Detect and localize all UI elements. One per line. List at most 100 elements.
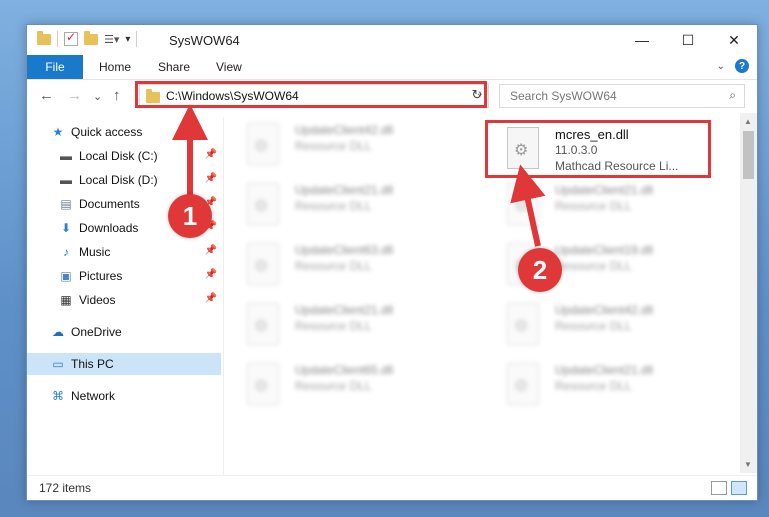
dll-file-icon xyxy=(247,123,279,165)
help-icon[interactable]: ? xyxy=(735,59,749,73)
file-item[interactable]: UpdateClient21.dll Resource DLL xyxy=(227,297,447,353)
file-type: Resource DLL xyxy=(555,259,632,273)
file-type: Resource DLL xyxy=(555,199,632,213)
pin-icon[interactable]: 📌 xyxy=(205,173,217,184)
dll-file-icon xyxy=(507,363,539,405)
file-type: Resource DLL xyxy=(295,259,372,273)
navigation-pane: ★ Quick access ▬ Local Disk (C:) 📌 ▬ Loc… xyxy=(27,117,223,467)
file-type: Resource DLL xyxy=(295,379,372,393)
file-type: Resource DLL xyxy=(295,319,372,333)
status-bar: 172 items xyxy=(27,475,757,500)
dll-file-icon xyxy=(507,303,539,345)
file-item[interactable]: UpdateClient21.dll Resource DLL xyxy=(227,177,447,233)
annotation-box-file xyxy=(485,120,711,178)
file-item[interactable]: UpdateClient21.dll Resource DLL xyxy=(487,357,707,413)
divider xyxy=(57,31,58,47)
title-bar: ☰▾ ▾ SysWOW64 — ☐ ✕ xyxy=(27,25,757,55)
pin-icon[interactable]: 📌 xyxy=(205,149,217,160)
sidebar-item-music[interactable]: ♪ Music 📌 xyxy=(59,241,221,263)
file-item[interactable]: UpdateClient63.dll Resource DLL xyxy=(227,237,447,293)
sidebar-item-videos[interactable]: ▦ Videos 📌 xyxy=(59,289,221,311)
properties-icon[interactable] xyxy=(64,30,78,46)
up-button[interactable]: ↑ xyxy=(113,87,121,104)
step-2-callout: 2 xyxy=(518,248,562,292)
file-item[interactable]: UpdateClient65.dll Resource DLL xyxy=(227,357,447,413)
sidebar-item-label: Network xyxy=(71,389,116,403)
sidebar-item-label: Downloads xyxy=(79,221,139,235)
customize-toolbar-icon[interactable]: ☰▾ xyxy=(104,33,119,46)
ribbon-right-controls: ⌄ ? xyxy=(717,59,749,73)
file-item[interactable]: UpdateClient21.dll Resource DLL xyxy=(487,177,707,233)
sidebar-item-label: This PC xyxy=(71,357,114,371)
explorer-window: ☰▾ ▾ SysWOW64 — ☐ ✕ File Home Share View… xyxy=(26,24,758,501)
cloud-icon: ☁ xyxy=(52,325,64,339)
search-placeholder: Search SysWOW64 xyxy=(510,89,617,103)
scroll-thumb[interactable] xyxy=(743,131,754,179)
tab-share[interactable]: Share xyxy=(158,60,190,74)
search-input[interactable]: Search SysWOW64 ⌕ xyxy=(499,84,745,108)
scroll-up-icon[interactable]: ▲ xyxy=(744,117,752,126)
dll-file-icon xyxy=(247,183,279,225)
file-item[interactable]: UpdateClient42.dll Resource DLL xyxy=(227,117,447,173)
tiles-view-icon[interactable] xyxy=(731,481,747,495)
dll-file-icon xyxy=(507,183,539,225)
sidebar-item-pictures[interactable]: ▣ Pictures 📌 xyxy=(59,265,221,287)
pin-icon[interactable]: 📌 xyxy=(205,269,217,280)
quick-access-toolbar: ☰▾ ▾ xyxy=(37,30,138,47)
details-view-icon[interactable] xyxy=(711,481,727,495)
download-icon: ⬇ xyxy=(60,221,72,235)
sidebar-item-label: Quick access xyxy=(71,125,143,139)
sidebar-item-onedrive[interactable]: ☁ OneDrive xyxy=(51,321,221,343)
file-name: UpdateClient42.dll xyxy=(295,123,394,137)
music-icon: ♪ xyxy=(63,245,69,259)
star-icon: ★ xyxy=(52,125,64,139)
sidebar-item-label: Local Disk (D:) xyxy=(79,173,158,187)
sidebar-item-label: Pictures xyxy=(79,269,123,283)
expand-ribbon-icon[interactable]: ⌄ xyxy=(717,61,725,72)
tab-home[interactable]: Home xyxy=(99,60,131,74)
maximize-button[interactable]: ☐ xyxy=(665,25,711,55)
file-item[interactable]: UpdateClient42.dll Resource DLL xyxy=(487,297,707,353)
dll-file-icon xyxy=(247,243,279,285)
file-name: UpdateClient19.dll xyxy=(555,243,654,257)
pane-divider xyxy=(223,117,224,477)
tab-view[interactable]: View xyxy=(216,60,242,74)
sidebar-item-label: OneDrive xyxy=(71,325,122,339)
file-name: UpdateClient21.dll xyxy=(555,363,654,377)
file-name: UpdateClient21.dll xyxy=(295,183,394,197)
sidebar-item-local-disk-d[interactable]: ▬ Local Disk (D:) 📌 xyxy=(59,169,221,191)
sidebar-item-quick-access[interactable]: ★ Quick access xyxy=(51,121,221,143)
file-name: UpdateClient63.dll xyxy=(295,243,394,257)
navigation-bar: ← → ⌄ ↑ C:\Windows\SysWOW64 ⌄ ↻ Search S… xyxy=(27,80,757,112)
sidebar-item-this-pc[interactable]: ▭ This PC xyxy=(27,353,221,375)
sidebar-item-label: Music xyxy=(79,245,111,259)
vertical-scrollbar[interactable]: ▲ ▼ xyxy=(740,113,757,473)
step-1-callout: 1 xyxy=(168,194,212,238)
divider xyxy=(136,31,138,47)
dll-file-icon xyxy=(247,303,279,345)
view-toggle xyxy=(711,481,747,495)
sidebar-item-label: Videos xyxy=(79,293,116,307)
file-name: UpdateClient65.dll xyxy=(295,363,394,377)
drive-icon: ▬ xyxy=(60,173,72,187)
forward-button[interactable]: → xyxy=(67,87,82,104)
dll-file-icon xyxy=(247,363,279,405)
back-button[interactable]: ← xyxy=(39,87,54,104)
pictures-icon: ▣ xyxy=(60,269,72,283)
pin-icon[interactable]: 📌 xyxy=(205,293,217,304)
recent-locations-button[interactable]: ⌄ xyxy=(93,90,102,103)
scroll-down-icon[interactable]: ▼ xyxy=(744,460,752,469)
network-icon: ⌘ xyxy=(52,389,64,403)
sidebar-item-local-disk-c[interactable]: ▬ Local Disk (C:) 📌 xyxy=(59,145,221,167)
minimize-button[interactable]: — xyxy=(619,25,665,55)
close-button[interactable]: ✕ xyxy=(711,25,757,55)
tab-file[interactable]: File xyxy=(27,55,83,79)
new-folder-icon[interactable] xyxy=(84,30,98,45)
pin-icon[interactable]: 📌 xyxy=(205,245,217,256)
drive-icon: ▬ xyxy=(60,149,72,163)
file-type: Resource DLL xyxy=(295,139,372,153)
sidebar-item-label: Documents xyxy=(79,197,140,211)
sidebar-item-network[interactable]: ⌘ Network xyxy=(51,385,221,407)
search-icon[interactable]: ⌕ xyxy=(729,88,736,103)
chevron-down-icon[interactable]: ▾ xyxy=(125,34,130,45)
